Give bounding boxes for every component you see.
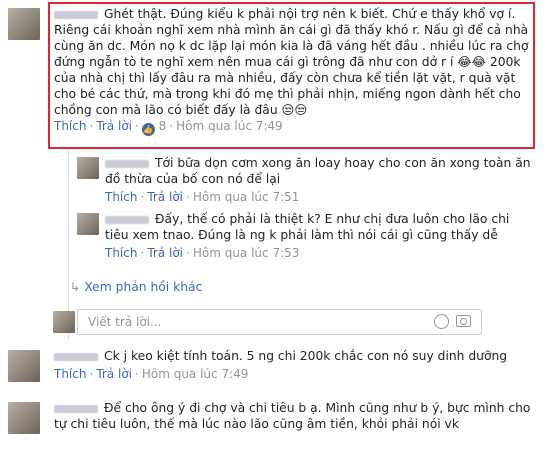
like-link[interactable]: Thích	[105, 190, 137, 204]
reply-arrow-icon: ↳	[70, 280, 81, 294]
current-user-avatar	[53, 311, 75, 333]
comment-text: Tới bữa dọn cơm xong ăn loay hoay cho co…	[105, 156, 531, 186]
author-name[interactable]	[54, 352, 98, 361]
timestamp[interactable]: Hôm qua lúc 7:49	[142, 367, 249, 381]
author-name[interactable]	[54, 10, 98, 19]
reply-input[interactable]: Viết trả lời...	[77, 309, 482, 335]
comment-text: Ghét thật. Đúng kiểu k phải nội trợ nên …	[54, 7, 529, 117]
reply-link[interactable]: Trả lời	[96, 367, 132, 381]
comment-meta: Thích · Trả lời · Hôm qua lúc 7:53	[105, 246, 300, 260]
avatar[interactable]	[77, 157, 99, 179]
like-link[interactable]: Thích	[54, 367, 86, 381]
more-replies-link[interactable]: ↳ Xem phản hồi khác	[70, 280, 202, 294]
timestamp[interactable]: Hôm qua lúc 7:51	[193, 190, 300, 204]
like-reaction-icon[interactable]: 👍	[141, 123, 155, 136]
comment-meta: Thích · Trả lời · Hôm qua lúc 7:49	[54, 367, 249, 381]
comment-4: Ck j keo kiệt tính toán. 5 ng chi 200k c…	[54, 348, 534, 381]
reply-1: Tới bữa dọn cơm xong ăn loay hoay cho co…	[105, 155, 535, 204]
like-link[interactable]: Thích	[54, 119, 86, 133]
comment-text: Đấy, thế có phải là thiệt k? E như chị đ…	[105, 212, 510, 242]
comment-text: Để cho ông ý đi chợ và chi tiêu b ạ. Mìn…	[54, 401, 531, 431]
author-name[interactable]	[54, 404, 98, 413]
comment-1: Ghét thật. Đúng kiểu k phải nội trợ nên …	[54, 6, 532, 136]
camera-icon[interactable]	[456, 315, 471, 327]
avatar[interactable]	[8, 350, 40, 382]
comment-5: Để cho ông ý đi chợ và chi tiêu b ạ. Mìn…	[54, 400, 534, 432]
reply-link[interactable]: Trả lời	[147, 190, 183, 204]
avatar[interactable]	[8, 8, 40, 40]
comment-text: Ck j keo kiệt tính toán. 5 ng chi 200k c…	[104, 349, 508, 363]
sticker-icon[interactable]	[434, 314, 449, 329]
more-replies-label: Xem phản hồi khác	[84, 280, 203, 294]
author-name[interactable]	[105, 159, 149, 168]
comment-meta: Thích · Trả lời · 👍 8 · Hôm qua lúc 7:49	[54, 119, 283, 136]
comment-meta: Thích · Trả lời · Hôm qua lúc 7:51	[105, 190, 300, 204]
like-link[interactable]: Thích	[105, 246, 137, 260]
timestamp[interactable]: Hôm qua lúc 7:49	[176, 119, 283, 133]
author-name[interactable]	[105, 215, 149, 224]
reply-link[interactable]: Trả lời	[96, 119, 132, 133]
reply-link[interactable]: Trả lời	[147, 246, 183, 260]
reply-2: Đấy, thế có phải là thiệt k? E như chị đ…	[105, 211, 535, 260]
avatar[interactable]	[8, 402, 40, 434]
reply-placeholder: Viết trả lời...	[88, 315, 162, 329]
avatar[interactable]	[77, 213, 99, 235]
timestamp[interactable]: Hôm qua lúc 7:53	[193, 246, 300, 260]
reaction-count[interactable]: 8	[159, 119, 167, 133]
